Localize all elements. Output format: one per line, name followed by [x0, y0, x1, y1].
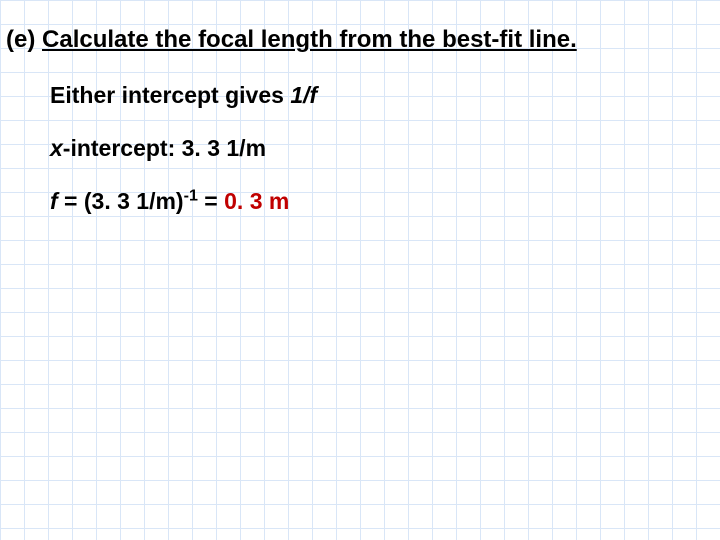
focal-exponent: -1 [184, 186, 198, 204]
question-heading: (e) Calculate the focal length from the … [6, 26, 714, 54]
focal-equals: = [198, 188, 224, 214]
x-intercept-var: x [50, 135, 63, 161]
intercept-note: Either intercept gives 1/f [50, 82, 714, 109]
focal-var: f [50, 188, 58, 214]
focal-answer: 0. 3 m [224, 188, 289, 214]
x-intercept-rest: -intercept: 3. 3 1/m [63, 135, 266, 161]
x-intercept-line: x-intercept: 3. 3 1/m [50, 135, 714, 162]
part-label: (e) [6, 26, 35, 53]
focal-length-line: f = (3. 3 1/m)-1 = 0. 3 m [50, 188, 714, 215]
focal-lhs: = (3. 3 1/m) [58, 188, 184, 214]
intercept-note-value: 1/f [290, 82, 317, 108]
content-area: (e) Calculate the focal length from the … [0, 0, 720, 540]
heading-text: Calculate the focal length from the best… [42, 26, 577, 53]
intercept-note-prefix: Either intercept gives [50, 82, 290, 108]
